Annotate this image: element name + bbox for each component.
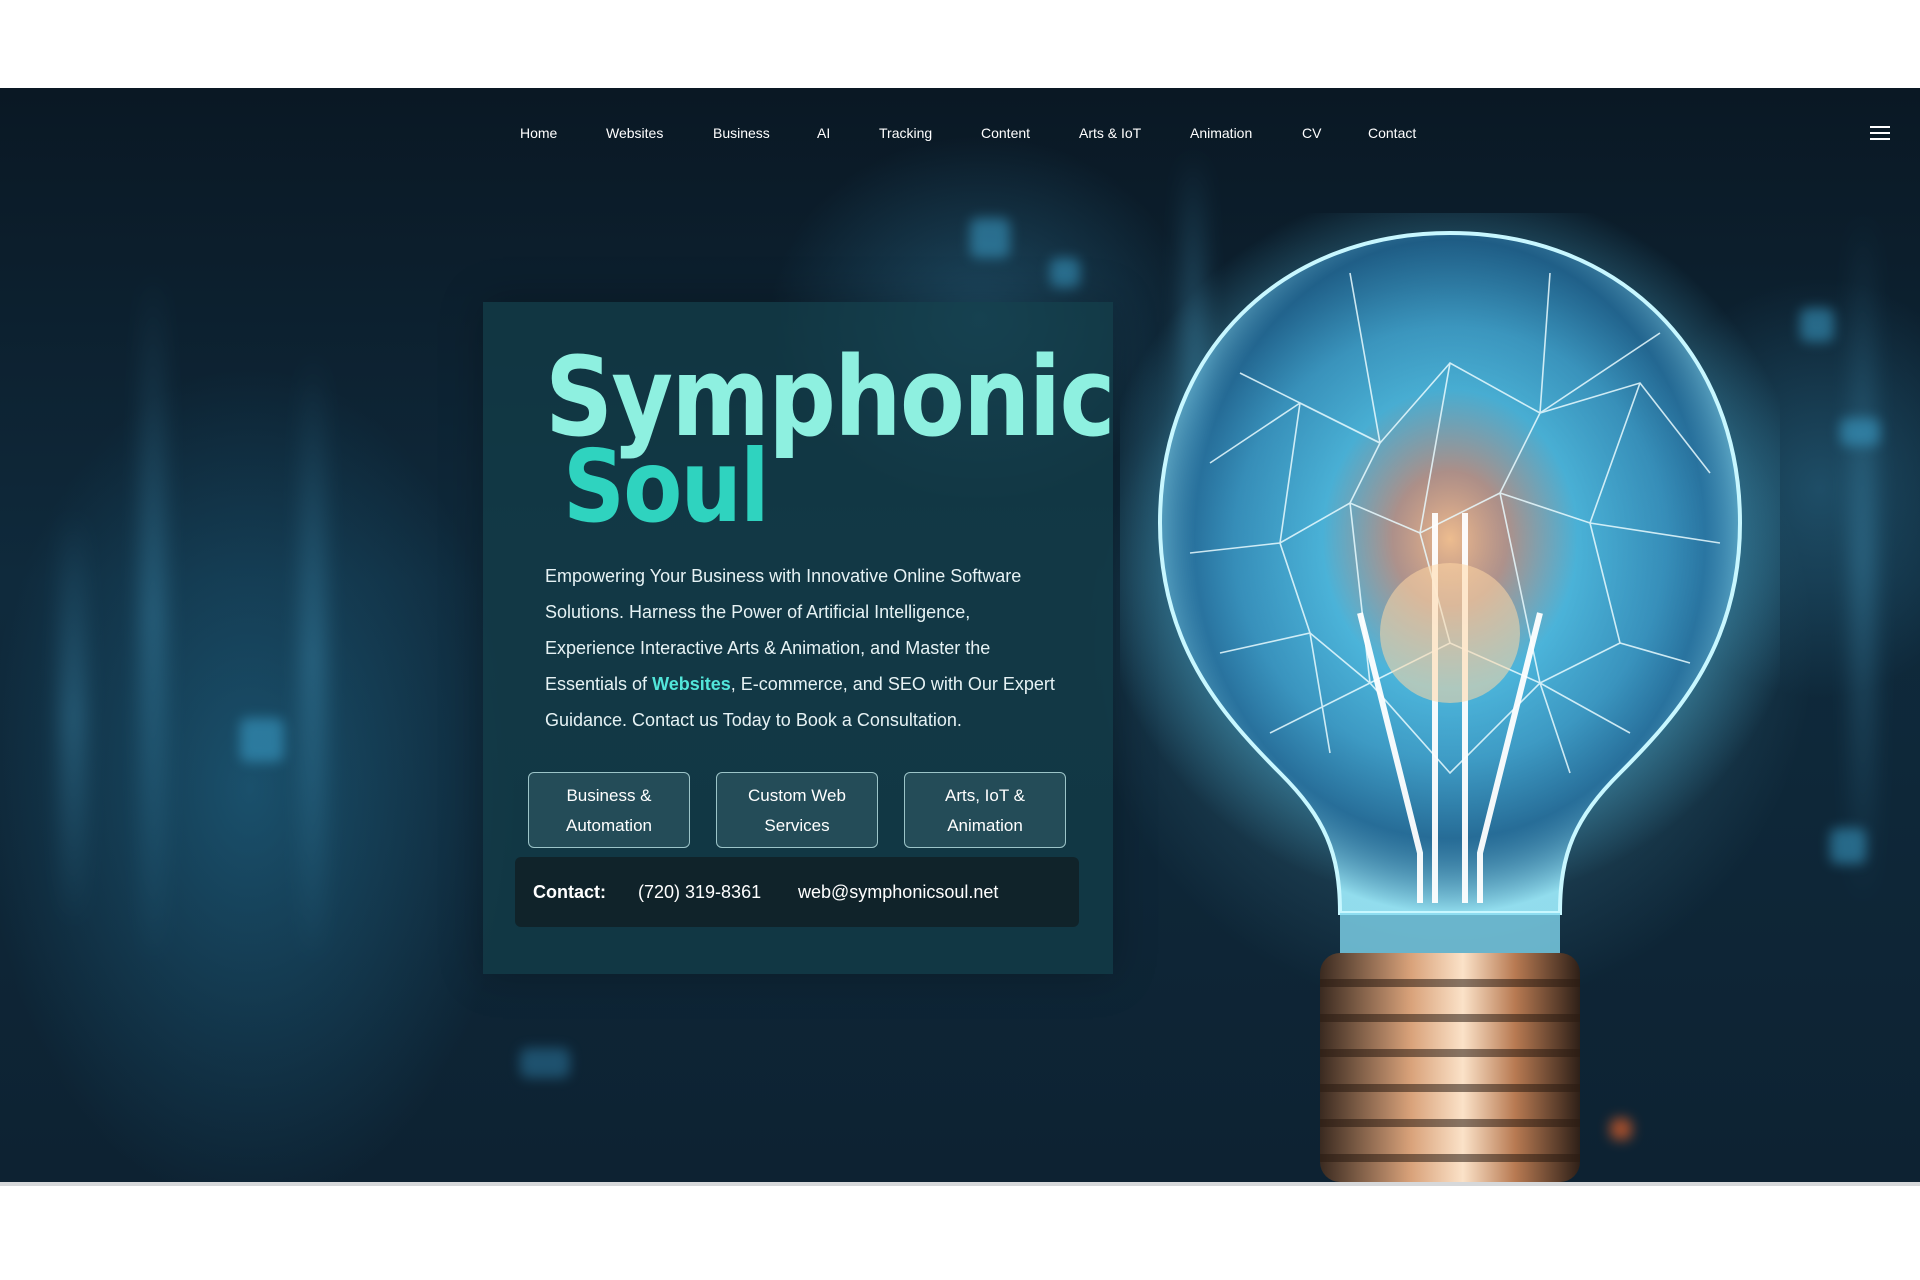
nav-link-home[interactable]: Home	[520, 118, 557, 148]
nav-link-websites[interactable]: Websites	[606, 118, 663, 148]
background-bokeh	[970, 218, 1010, 258]
background-bokeh	[520, 1048, 570, 1078]
light-bulb-icon	[1090, 183, 1810, 1182]
nav-link-contact[interactable]: Contact	[1368, 118, 1416, 148]
button-label-line: Services	[764, 816, 830, 835]
websites-link[interactable]: Websites	[652, 674, 731, 694]
background-bokeh	[240, 718, 284, 762]
nav-link-content[interactable]: Content	[981, 118, 1030, 148]
button-label-line: Automation	[566, 816, 652, 835]
top-navigation: Home Websites Business AI Tracking Conte…	[0, 118, 1920, 148]
business-automation-button[interactable]: Business & Automation	[528, 772, 690, 848]
hero-background: Home Websites Business AI Tracking Conte…	[0, 88, 1920, 1182]
nav-link-arts-iot[interactable]: Arts & IoT	[1079, 118, 1141, 148]
arts-iot-animation-button[interactable]: Arts, IoT & Animation	[904, 772, 1066, 848]
hamburger-menu-icon[interactable]	[1870, 126, 1890, 140]
button-label-line: Business &	[566, 786, 652, 805]
logo-word-soul: Soul	[563, 428, 770, 545]
nav-link-tracking[interactable]: Tracking	[879, 118, 932, 148]
nav-link-business[interactable]: Business	[713, 118, 770, 148]
light-bulb-illustration	[1090, 183, 1810, 1182]
hero-panel: Symphonic Soul Empowering Your Business …	[483, 302, 1116, 974]
background-light-streak	[300, 348, 326, 968]
background-bokeh	[1050, 258, 1080, 288]
nav-link-cv[interactable]: CV	[1302, 118, 1321, 148]
background-light-streak	[140, 268, 166, 968]
background-bokeh	[1800, 308, 1834, 342]
contact-phone-link[interactable]: (720) 319-8361	[638, 857, 761, 927]
brand-logo: Symphonic Soul	[545, 342, 1116, 545]
nav-link-animation[interactable]: Animation	[1190, 118, 1252, 148]
custom-web-services-button[interactable]: Custom Web Services	[716, 772, 878, 848]
contact-bar: Contact: (720) 319-8361 web@symphonicsou…	[515, 857, 1079, 927]
contact-email-link[interactable]: web@symphonicsoul.net	[798, 857, 998, 927]
hero-description: Empowering Your Business with Innovative…	[545, 558, 1065, 738]
button-label-line: Custom Web	[748, 786, 846, 805]
nav-link-ai[interactable]: AI	[817, 118, 830, 148]
background-bokeh	[1840, 418, 1880, 446]
button-label-line: Arts, IoT &	[945, 786, 1025, 805]
background-bokeh	[1830, 828, 1866, 864]
contact-label: Contact:	[533, 882, 606, 902]
page-bottom-border	[0, 1182, 1920, 1186]
button-label-line: Animation	[947, 816, 1023, 835]
background-light-streak	[1850, 208, 1876, 908]
background-light-streak	[60, 508, 86, 928]
